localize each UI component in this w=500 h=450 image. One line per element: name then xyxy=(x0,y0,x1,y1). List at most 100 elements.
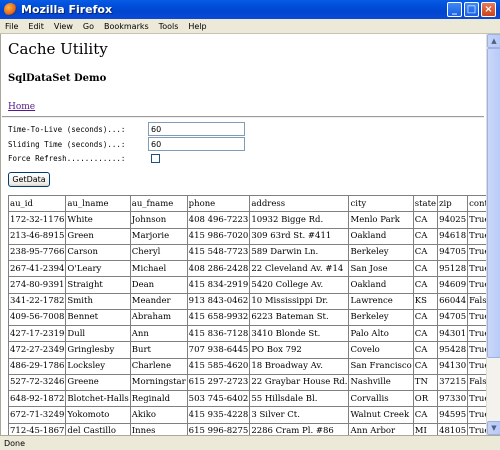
table-cell: 486-29-1786 xyxy=(7,357,67,375)
table-cell: 5420 College Av. xyxy=(249,276,350,294)
table-cell: Nashville xyxy=(348,373,414,392)
column-header: au_id xyxy=(7,194,67,213)
table-cell: 94130 xyxy=(437,357,469,375)
table-row: 472-27-2349 Gringlesby Burt 707 938-6445 PO … xyxy=(7,341,486,359)
table-row: 672-71-3249 Yokomoto Akiko 415 935-4228 3 Si… xyxy=(7,406,486,424)
table-cell: Berkeley xyxy=(348,243,414,262)
table-cell: True xyxy=(467,308,486,327)
table-cell: 341-22-1782 xyxy=(7,292,67,310)
menu-view[interactable]: View xyxy=(49,22,78,31)
table-cell: 427-17-2319 xyxy=(7,324,67,343)
scroll-thumb[interactable] xyxy=(487,48,500,358)
table-cell: Cheryl xyxy=(129,243,188,262)
table-cell: 672-71-3249 xyxy=(7,406,67,424)
table-cell: 238-95-7766 xyxy=(7,243,67,262)
table-cell: Covelo xyxy=(348,341,414,359)
window-title: Mozilla Firefox xyxy=(21,3,113,16)
table-cell: O'Leary xyxy=(65,259,131,278)
scroll-up-icon[interactable]: ▲ xyxy=(487,34,500,48)
table-cell: 94025 xyxy=(437,211,469,229)
table-cell: CA xyxy=(412,341,439,359)
table-cell: True xyxy=(467,227,486,245)
table-cell: 415 834-2919 xyxy=(186,276,251,294)
menu-help[interactable]: Help xyxy=(183,22,211,31)
column-header: state xyxy=(412,194,439,213)
table-cell: 408 286-2428 xyxy=(186,259,251,278)
page-content: Cache Utility SqlDataSet Demo Home Time-… xyxy=(2,34,486,435)
window-titlebar[interactable]: Mozilla Firefox _ □ × xyxy=(0,0,500,19)
table-cell: 213-46-8915 xyxy=(7,227,67,245)
table-row: 267-41-2394 O'Leary Michael 408 286-2428 22 … xyxy=(7,259,486,278)
table-cell: 95428 xyxy=(437,341,469,359)
force-refresh-checkbox[interactable] xyxy=(151,153,160,163)
sliding-input[interactable]: 60 xyxy=(148,137,245,151)
table-cell: 415 658-9932 xyxy=(186,308,251,327)
ttl-row: Time-To-Live (seconds)...: 60 xyxy=(8,122,245,136)
table-cell: Corvallis xyxy=(348,389,414,408)
table-cell: 415 935-4228 xyxy=(186,406,251,424)
table-cell: Johnson xyxy=(129,211,188,229)
table-cell: CA xyxy=(412,308,439,327)
table-cell: San Francisco xyxy=(348,357,414,375)
table-cell: White xyxy=(65,211,131,229)
table-cell: Dean xyxy=(129,276,188,294)
table-cell: 48105 xyxy=(437,422,469,435)
menu-file[interactable]: File xyxy=(0,22,23,31)
table-cell: 94595 xyxy=(437,406,469,424)
menu-bookmarks[interactable]: Bookmarks xyxy=(99,22,154,31)
table-cell: False xyxy=(467,373,486,392)
table-cell: True xyxy=(467,324,486,343)
menu-tools[interactable]: Tools xyxy=(154,22,184,31)
table-cell: Abraham xyxy=(129,308,188,327)
table-cell: Carson xyxy=(65,243,131,262)
home-link[interactable]: Home xyxy=(8,101,35,113)
table-cell: 18 Broadway Av. xyxy=(249,357,350,375)
column-header: city xyxy=(348,194,414,213)
table-cell: Berkeley xyxy=(348,308,414,327)
status-text: Done xyxy=(4,438,26,448)
table-cell: True xyxy=(467,389,486,408)
table-cell: Dull xyxy=(65,324,131,343)
table-cell: Burt xyxy=(129,341,188,359)
table-cell: 94301 xyxy=(437,324,469,343)
menu-go[interactable]: Go xyxy=(78,22,99,31)
table-cell: 94609 xyxy=(437,276,469,294)
table-cell: Smith xyxy=(65,292,131,310)
table-cell: 66044 xyxy=(437,292,469,310)
table-cell: KS xyxy=(412,292,439,310)
page-viewport: Cache Utility SqlDataSet Demo Home Time-… xyxy=(0,34,486,435)
table-header-row: au_id au_lname au_fname phone address city sta… xyxy=(7,194,486,213)
minimize-button[interactable]: _ xyxy=(447,2,462,17)
table-cell: CA xyxy=(412,276,439,294)
table-cell: Menlo Park xyxy=(348,211,414,229)
table-cell: 408 496-7223 xyxy=(186,211,251,229)
column-header: au_fname xyxy=(129,194,188,213)
table-cell: del Castillo xyxy=(65,422,131,435)
table-cell: Blotchet-Halls xyxy=(65,389,131,408)
table-cell: CA xyxy=(412,211,439,229)
table-row: 213-46-8915 Green Marjorie 415 986-7020 309 … xyxy=(7,227,486,245)
table-cell: Michael xyxy=(129,259,188,278)
table-cell: Straight xyxy=(65,276,131,294)
table-cell: Green xyxy=(65,227,131,245)
table-cell: Bennet xyxy=(65,308,131,327)
table-cell: Greene xyxy=(65,373,131,392)
table-cell: True xyxy=(467,341,486,359)
table-cell: 615 297-2723 xyxy=(186,373,251,392)
table-cell: 3 Silver Ct. xyxy=(249,406,350,424)
table-cell: Oakland xyxy=(348,227,414,245)
maximize-button[interactable]: □ xyxy=(464,2,479,17)
table-cell: CA xyxy=(412,406,439,424)
table-row: 238-95-7766 Carson Cheryl 415 548-7723 589 D… xyxy=(7,243,486,262)
table-row: 527-72-3246 Greene Morningstar 615 297-2723… xyxy=(7,373,486,392)
scroll-down-icon[interactable]: ▼ xyxy=(487,421,500,435)
vertical-scrollbar[interactable]: ▲ ▼ xyxy=(486,34,500,435)
menu-edit[interactable]: Edit xyxy=(23,22,49,31)
table-cell: True xyxy=(467,259,486,278)
ttl-input[interactable]: 60 xyxy=(148,122,245,136)
get-data-button[interactable]: GetData xyxy=(8,172,50,187)
table-cell: 712-45-1867 xyxy=(7,422,67,435)
table-cell: 415 836-7128 xyxy=(186,324,251,343)
close-button[interactable]: × xyxy=(481,2,496,17)
table-cell: TN xyxy=(412,373,439,392)
